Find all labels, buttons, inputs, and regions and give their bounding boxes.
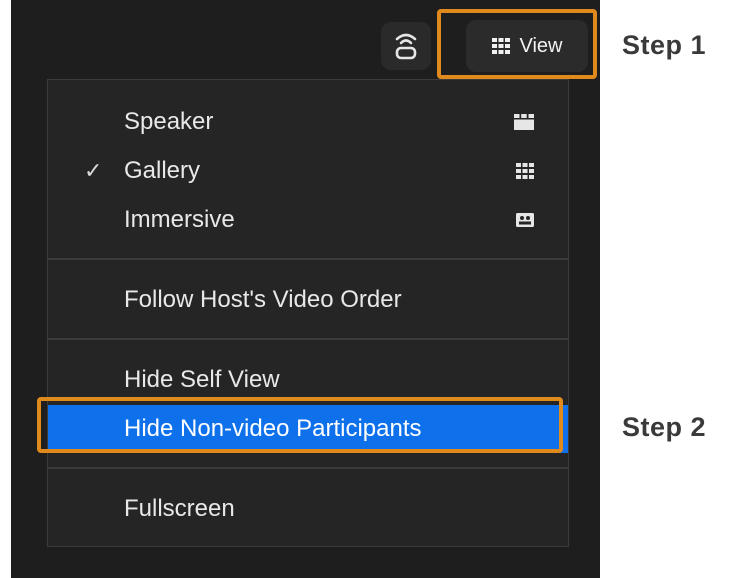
menu-divider [48, 338, 568, 340]
step2-label: Step 2 [622, 412, 707, 442]
menu-divider [48, 258, 568, 260]
cast-button[interactable] [381, 22, 431, 70]
cast-icon [395, 33, 417, 60]
menu-item-follow-host-video-order[interactable]: Follow Host's Video Order [48, 276, 568, 324]
check-icon: ✓ [84, 158, 103, 183]
menu-item-label: Follow Host's Video Order [124, 286, 402, 313]
menu-item-immersive[interactable]: Immersive [48, 196, 568, 244]
menu-item-label: Speaker [124, 108, 214, 135]
speaker-layout-icon [514, 114, 534, 130]
menu-item-speaker[interactable]: Speaker [48, 98, 568, 146]
step2-highlight-box [37, 397, 563, 453]
menu-item-label: Gallery [124, 157, 201, 184]
menu-item-label: Hide Self View [124, 366, 280, 393]
menu-item-label: Immersive [124, 206, 235, 233]
menu-divider [48, 467, 568, 469]
gallery-grid-icon [516, 163, 534, 179]
menu-item-gallery[interactable]: ✓ Gallery [48, 147, 568, 195]
menu-item-fullscreen[interactable]: Fullscreen [48, 485, 568, 533]
menu-item-label: Fullscreen [124, 495, 235, 522]
meeting-toolbar-panel: View Speaker ✓ Gallery Immersive Follow … [11, 0, 600, 578]
step1-highlight-box [437, 9, 597, 79]
immersive-icon [516, 213, 534, 227]
view-menu: Speaker ✓ Gallery Immersive Follow Host'… [47, 79, 569, 547]
step1-label: Step 1 [622, 30, 707, 60]
